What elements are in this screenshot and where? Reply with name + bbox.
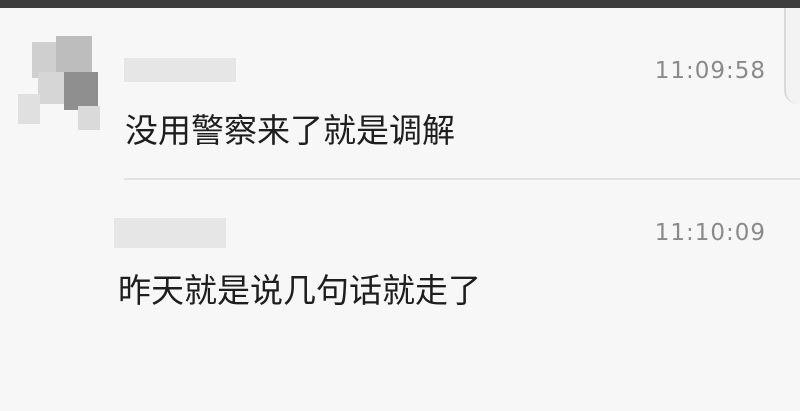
- avatar-pixel: [56, 36, 92, 72]
- message-text: 昨天就是说几句话就走了: [118, 271, 481, 310]
- avatar[interactable]: [18, 36, 110, 136]
- sender-name-redacted: [114, 218, 226, 248]
- message-timestamp: 11:09:58: [654, 58, 766, 84]
- avatar-pixel: [78, 106, 100, 130]
- message-timestamp: 11:10:09: [654, 220, 766, 246]
- status-bar: [0, 0, 800, 8]
- message-text: 没用警察来了就是调解: [125, 111, 455, 150]
- avatar-pixel: [18, 94, 40, 124]
- avatar-pixel: [38, 72, 64, 104]
- avatar-pixel: [64, 72, 98, 110]
- chat-message[interactable]: 11:10:09 昨天就是说几句话就走了: [0, 180, 800, 411]
- sender-name-redacted: [124, 58, 236, 82]
- chat-message[interactable]: 11:09:58 没用警察来了就是调解: [0, 8, 800, 180]
